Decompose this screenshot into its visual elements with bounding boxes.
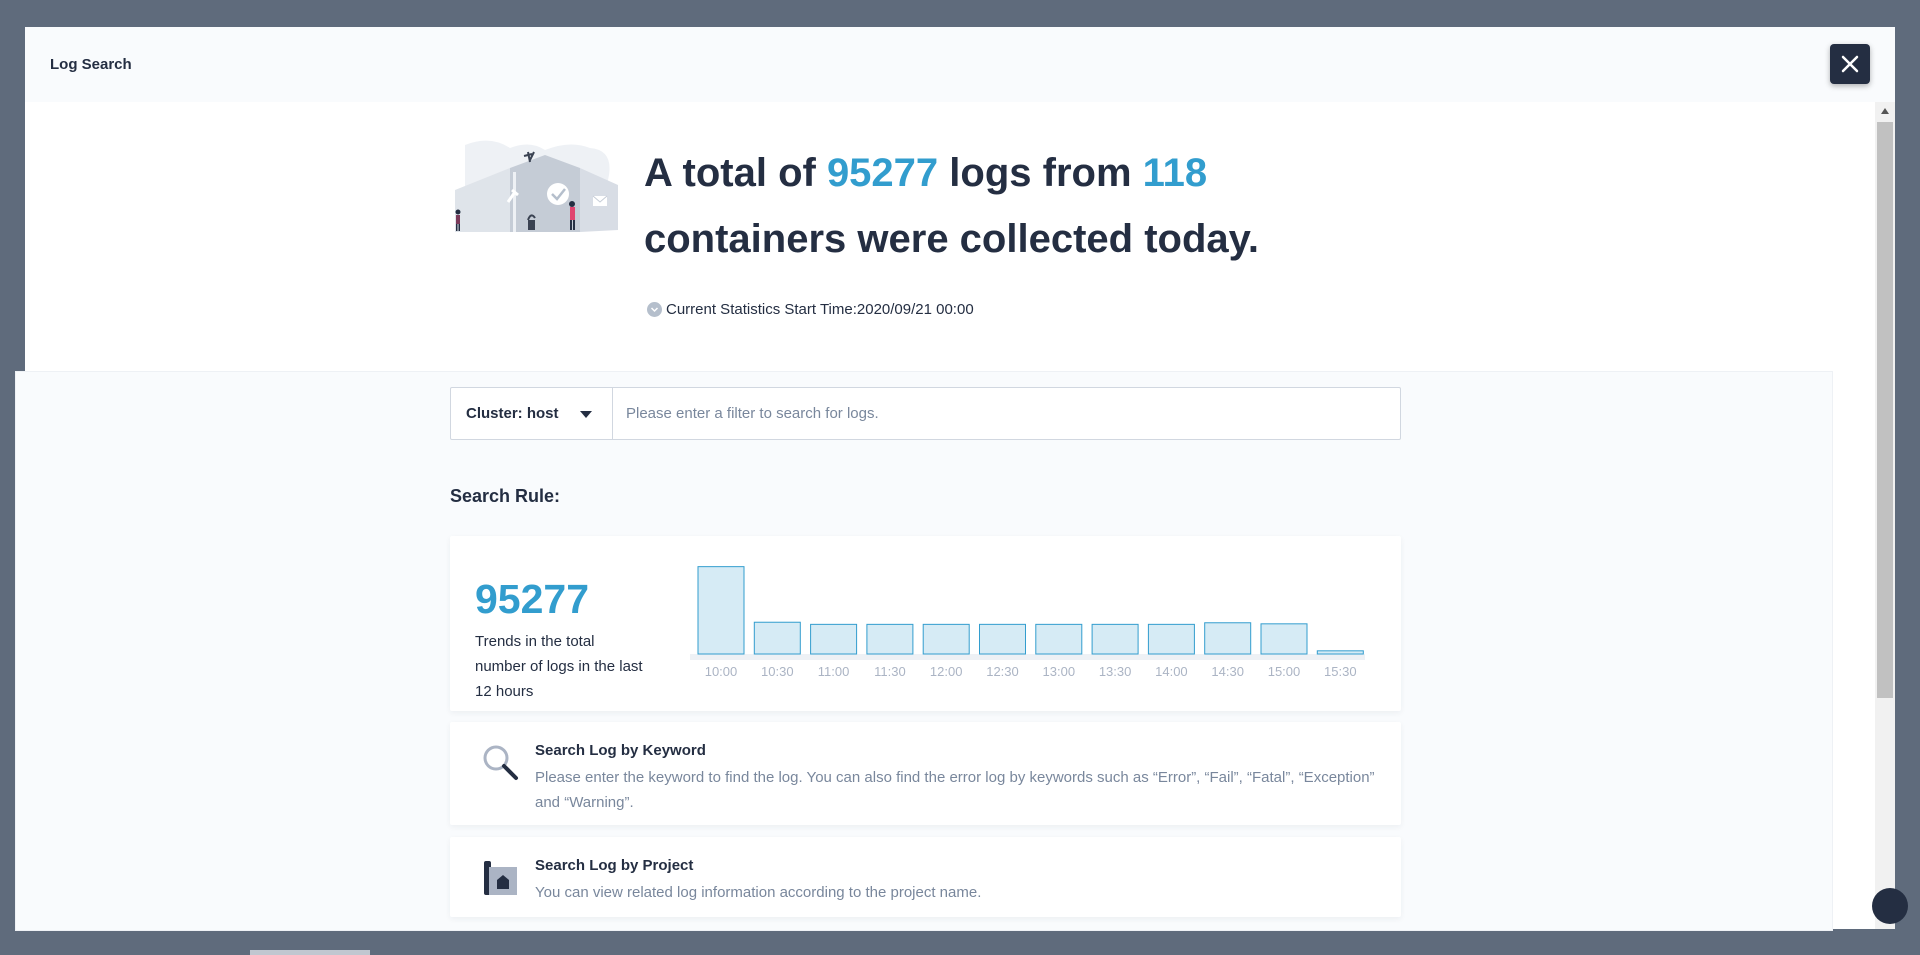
rule-card-project: Search Log by Project You can view relat… [450, 837, 1401, 917]
chart-tick-label: 12:30 [986, 664, 1019, 679]
search-bar: Cluster: host [450, 387, 1401, 440]
headline-middle: logs from [938, 151, 1143, 195]
chart-bar[interactable] [1204, 622, 1252, 655]
search-input[interactable] [613, 388, 1400, 439]
container-count: 118 [1142, 151, 1208, 195]
log-count: 95277 [826, 151, 939, 195]
scroll-thumb[interactable] [1877, 122, 1893, 698]
rule-title-keyword: Search Log by Keyword [535, 742, 706, 759]
scroll-up-arrow[interactable] [1881, 108, 1889, 114]
chart-tick-label: 14:00 [1155, 664, 1188, 679]
rule-title-project: Search Log by Project [535, 857, 694, 874]
chart-bar[interactable] [753, 621, 801, 655]
trend-bar-chart: 10:00 10:30 11:00 11:30 12:00 12:30 13:00 13:30… [690, 566, 1365, 679]
chart-tick-label: 13:00 [1043, 664, 1076, 679]
chart-tick-label: 11:00 [818, 664, 850, 679]
bottom-strip [250, 950, 370, 955]
modal-title: Log Search [50, 56, 132, 73]
help-button[interactable] [1872, 888, 1908, 924]
chart-bar[interactable] [922, 623, 970, 655]
close-button[interactable] [1830, 44, 1870, 84]
start-time: Current Statistics Start Time:2020/09/21… [647, 301, 974, 318]
headline: A total of 95277 logs from 118 container… [644, 140, 1344, 272]
rule-card-keyword: Search Log by Keyword Please enter the k… [450, 722, 1401, 825]
clock-icon [647, 302, 662, 317]
chart-bar[interactable] [697, 566, 745, 655]
chart-bar[interactable] [1147, 623, 1195, 655]
chart-tick-label: 13:30 [1099, 664, 1132, 679]
chart-tick-label: 10:00 [705, 664, 738, 679]
rule-desc-keyword: Please enter the keyword to find the log… [535, 769, 1375, 811]
rule-desc-project: You can view related log information acc… [535, 884, 982, 901]
chart-tick-label: 15:00 [1268, 664, 1301, 679]
chart-tick-label: 15:30 [1324, 664, 1357, 679]
trend-card: 95277 Trends in the total number of logs… [450, 536, 1401, 711]
chart-tick-label: 12:00 [930, 664, 963, 679]
chart-tick-label: 14:30 [1211, 664, 1244, 679]
cluster-select-label: Cluster: host [466, 405, 559, 422]
trend-caption: Trends in the total number of logs in th… [475, 633, 643, 700]
headline-suffix: containers were collected today. [644, 217, 1260, 261]
trend-total: 95277 [475, 576, 590, 622]
modal-header: Log Search [25, 27, 1895, 102]
magnifier-icon [483, 745, 518, 780]
chart-bar[interactable] [979, 623, 1026, 655]
chart-baseline [690, 654, 1365, 660]
hero-section: A total of 95277 logs from 118 container… [450, 140, 1350, 340]
close-icon [1841, 55, 1859, 73]
chart-bar[interactable] [1091, 623, 1139, 655]
scrollbar[interactable] [1875, 102, 1895, 929]
chart-tick-label: 10:30 [761, 664, 794, 679]
chart-bar[interactable] [1035, 623, 1083, 655]
cluster-select[interactable]: Cluster: host [451, 388, 613, 439]
chart-bar[interactable] [866, 623, 914, 655]
chart-bar[interactable] [1316, 650, 1364, 655]
warehouse-illustration [455, 140, 618, 232]
search-rule-heading: Search Rule: [450, 486, 561, 506]
project-icon [484, 861, 517, 895]
chart-bar[interactable] [1260, 623, 1308, 655]
headline-prefix: A total of [644, 151, 827, 195]
caret-down-icon [580, 411, 592, 418]
start-time-text: Current Statistics Start Time:2020/09/21… [666, 301, 974, 318]
chart-bar[interactable] [810, 623, 858, 655]
chart-tick-label: 11:30 [874, 664, 906, 679]
